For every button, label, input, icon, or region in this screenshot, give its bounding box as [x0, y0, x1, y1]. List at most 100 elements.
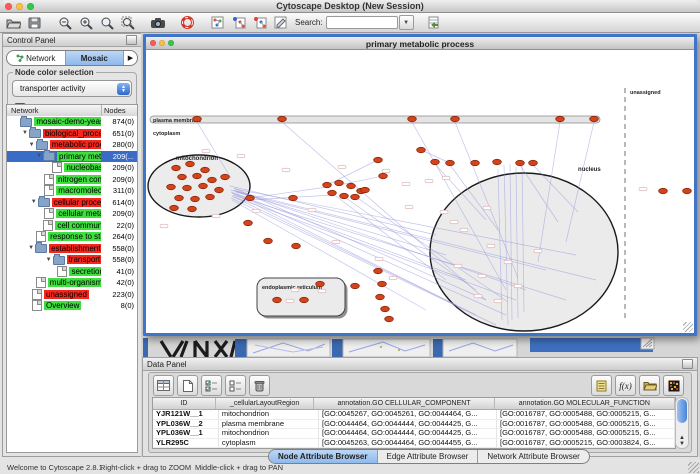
- tree-row[interactable]: macromolecule311(0): [7, 185, 137, 197]
- tab-edge-attribute-browser[interactable]: Edge Attribute Browser: [378, 450, 479, 463]
- annotation-icon[interactable]: [270, 14, 291, 31]
- tree-row[interactable]: ▼biological_process651(0): [7, 128, 137, 140]
- graph-node[interactable]: [193, 173, 202, 178]
- graph-node[interactable]: [167, 184, 176, 189]
- tree-expander-icon[interactable]: ▼: [30, 199, 38, 205]
- tree-row[interactable]: secretion41(0): [7, 266, 137, 278]
- zoom-out-icon[interactable]: [54, 14, 75, 31]
- graph-node[interactable]: [193, 116, 202, 121]
- graph-node[interactable]: [191, 196, 200, 201]
- graph-node[interactable]: [378, 281, 387, 286]
- tree-row[interactable]: mosaic-demo-yeast874(0): [7, 116, 137, 128]
- graph-node[interactable]: [183, 185, 192, 190]
- import-attributes-icon[interactable]: [639, 375, 660, 396]
- graph-node[interactable]: [289, 195, 298, 200]
- graph-node[interactable]: [244, 220, 253, 225]
- window-resize-grip[interactable]: [683, 322, 693, 332]
- tab-mosaic[interactable]: Mosaic: [66, 51, 124, 65]
- graph-node[interactable]: [172, 165, 181, 170]
- graph-node[interactable]: [199, 183, 208, 188]
- tab-node-attribute-browser[interactable]: Node Attribute Browser: [269, 450, 378, 463]
- tree-row[interactable]: multi-organism pro42(0): [7, 277, 137, 289]
- save-icon[interactable]: [24, 14, 45, 31]
- graph-node[interactable]: [278, 116, 287, 121]
- graph-node[interactable]: [328, 190, 337, 195]
- table-row[interactable]: YPL036W__1mitochondrion[GO:0044464, GO:0…: [153, 429, 675, 439]
- table-row[interactable]: YPL036W__2plasma membrane[GO:0044464, GO…: [153, 420, 675, 430]
- new-attribute-icon[interactable]: [177, 375, 198, 396]
- tree-expander-icon[interactable]: ▼: [27, 245, 35, 251]
- tree-row[interactable]: ▼transport558(0): [7, 254, 137, 266]
- formula-icon[interactable]: f(x): [615, 375, 636, 396]
- graph-node[interactable]: [347, 183, 356, 188]
- graph-node[interactable]: [361, 187, 370, 192]
- app-resize-grip[interactable]: [688, 462, 699, 473]
- graph-node[interactable]: [273, 297, 282, 302]
- tree-row[interactable]: cell communicat22(0): [7, 220, 137, 232]
- graph-node[interactable]: [351, 194, 360, 199]
- graph-node[interactable]: [300, 297, 309, 302]
- zoom-in-icon[interactable]: [75, 14, 96, 31]
- search-input[interactable]: [326, 16, 398, 29]
- graph-node[interactable]: [170, 205, 179, 210]
- table-row[interactable]: YLR295Ccytoplasm[GO:0045263, GO:0044464,…: [153, 439, 675, 449]
- graph-node[interactable]: [188, 206, 197, 211]
- tree-expander-icon[interactable]: ▼: [45, 257, 53, 263]
- table-scrollbar[interactable]: ▲▼: [675, 397, 689, 449]
- graph-node[interactable]: [471, 160, 480, 165]
- tree-expander-icon[interactable]: ▼: [35, 153, 43, 159]
- float-panel-icon[interactable]: [682, 359, 693, 369]
- tree-row[interactable]: ▼establishment of lo558(0): [7, 243, 137, 255]
- tree-row[interactable]: ▼primary metabo209(...: [7, 151, 137, 163]
- graph-node[interactable]: [292, 243, 301, 248]
- heatmap-icon[interactable]: [663, 375, 684, 396]
- graph-node[interactable]: [379, 173, 388, 178]
- node-color-dropdown[interactable]: transporter activity ▲▼: [12, 80, 132, 97]
- vizmapper-icon[interactable]: [207, 14, 228, 31]
- graph-node[interactable]: [431, 159, 440, 164]
- zoom-selected-icon[interactable]: [117, 14, 138, 31]
- graph-node[interactable]: [178, 174, 187, 179]
- table-row[interactable]: YJR121W__1mitochondrion[GO:0045267, GO:0…: [153, 410, 675, 420]
- attribute-table-icon[interactable]: [153, 375, 174, 396]
- graph-node[interactable]: [208, 177, 217, 182]
- tree-row[interactable]: ▼metabolic process280(0): [7, 139, 137, 151]
- graph-node[interactable]: [351, 283, 360, 288]
- graph-node[interactable]: [335, 180, 344, 185]
- scrollbar-arrows[interactable]: ▲▼: [676, 435, 688, 447]
- tree-row[interactable]: nitrogen compo209(0): [7, 174, 137, 186]
- import-table-icon[interactable]: [423, 14, 444, 31]
- open-icon[interactable]: [3, 14, 24, 31]
- tree-row[interactable]: nucleobase-209(0): [7, 162, 137, 174]
- graph-node[interactable]: [201, 167, 210, 172]
- graph-node[interactable]: [374, 157, 383, 162]
- graph-node[interactable]: [316, 281, 325, 286]
- unselect-attributes-icon[interactable]: [225, 375, 246, 396]
- help-ring-icon[interactable]: [177, 14, 198, 31]
- attribute-list-icon[interactable]: [591, 375, 612, 396]
- graph-edge[interactable]: [327, 160, 378, 185]
- column-header[interactable]: ID: [153, 398, 216, 409]
- graph-node[interactable]: [659, 188, 668, 193]
- select-attributes-icon[interactable]: [201, 375, 222, 396]
- create-network-view-icon[interactable]: [249, 14, 270, 31]
- graph-node[interactable]: [529, 160, 538, 165]
- graph-node[interactable]: [175, 195, 184, 200]
- graph-node[interactable]: [376, 294, 385, 299]
- graph-node[interactable]: [374, 268, 383, 273]
- tree-expander-icon[interactable]: ▼: [21, 130, 29, 136]
- search-dropdown-icon[interactable]: ▼: [399, 15, 414, 30]
- graph-node[interactable]: [381, 306, 390, 311]
- tree-expander-icon[interactable]: ▼: [28, 142, 36, 148]
- graph-node[interactable]: [417, 147, 426, 152]
- graph-node[interactable]: [215, 187, 224, 192]
- graph-node[interactable]: [340, 193, 349, 198]
- graph-node[interactable]: [323, 182, 332, 187]
- scrollbar-thumb[interactable]: [677, 399, 687, 423]
- tree-row[interactable]: response to stimul264(0): [7, 231, 137, 243]
- graph-node[interactable]: [590, 116, 599, 121]
- graph-node[interactable]: [246, 195, 255, 200]
- graph-edge[interactable]: [336, 196, 446, 280]
- snapshot-icon[interactable]: [147, 14, 168, 31]
- tab-overflow-icon[interactable]: ▶: [123, 51, 137, 65]
